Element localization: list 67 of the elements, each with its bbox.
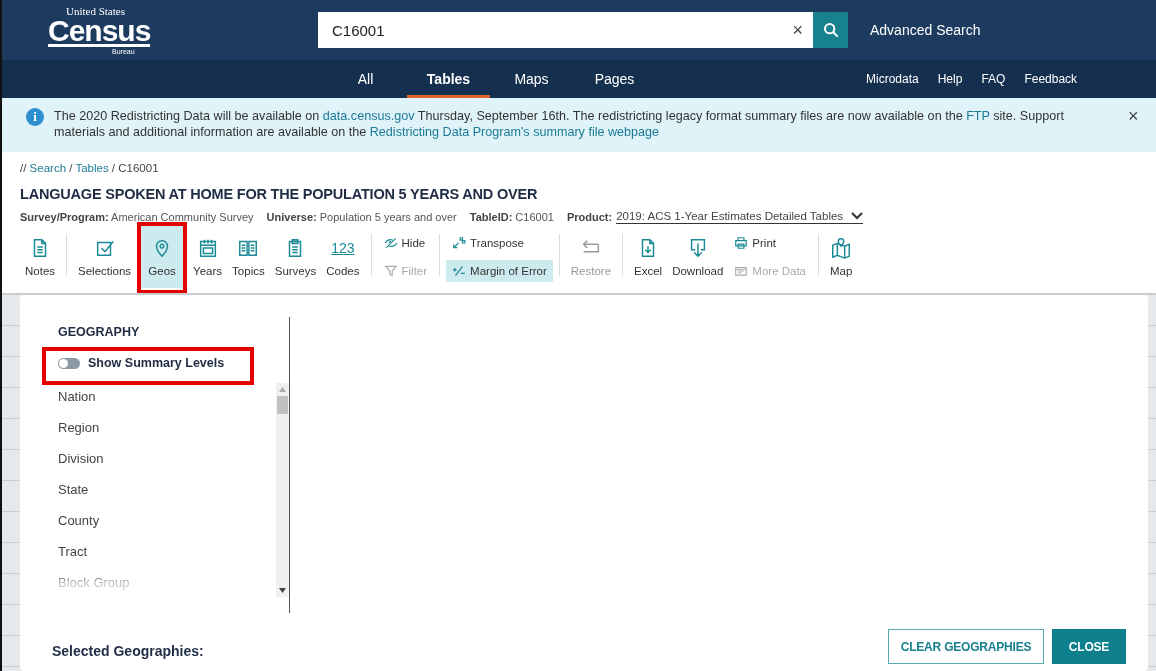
search-field[interactable]: C16001 × bbox=[318, 12, 813, 48]
scrollbar-thumb[interactable] bbox=[277, 396, 288, 414]
toolbar-button[interactable]: Transpose bbox=[446, 232, 553, 254]
link[interactable]: data.census.gov bbox=[322, 109, 415, 123]
toggle-switch[interactable] bbox=[58, 357, 80, 369]
selected-geographies-heading: Selected Geographies: bbox=[52, 642, 204, 659]
logo-text: United States bbox=[66, 5, 125, 17]
nav-link[interactable]: Microdata bbox=[866, 72, 919, 86]
link[interactable]: Redistricting Data Program's summary file webpage bbox=[369, 125, 660, 139]
section-heading: GEOGRAPHY bbox=[58, 325, 141, 339]
clear-button[interactable]: × bbox=[792, 19, 803, 41]
toolbar-button[interactable]: Notes bbox=[20, 226, 61, 288]
nav-tab[interactable]: Pages bbox=[573, 60, 656, 98]
link[interactable]: FTP bbox=[966, 109, 990, 123]
geography-level-item[interactable]: County bbox=[58, 513, 100, 528]
meta-text: TableID: C16001 bbox=[469, 211, 554, 223]
plus-minus-icon bbox=[452, 264, 467, 278]
toolbar-button[interactable]: Print bbox=[728, 232, 812, 254]
nav-tab[interactable]: Maps bbox=[490, 60, 573, 98]
banner-message: The 2020 Redistricting Data will be available on data.census.gov Thursday, September 16th. The redistricting legacy format summary files are now available on the FTP site. Support materials and additional information are available on the Redistricting Data Program's summary file webpage bbox=[54, 108, 1065, 140]
advanced-search-link[interactable]: Advanced Search bbox=[870, 22, 981, 38]
meta-text: Survey/Program: American Community Survey bbox=[20, 211, 254, 223]
link[interactable]: Search bbox=[29, 162, 67, 174]
toolbar-button[interactable]: Excel bbox=[629, 226, 668, 288]
toolbar-button[interactable]: Download bbox=[667, 226, 729, 288]
close-button[interactable]: × bbox=[1128, 108, 1139, 124]
meta-label: Product: bbox=[566, 211, 613, 223]
toolbar-button[interactable]: Surveys bbox=[269, 226, 322, 288]
nav-link[interactable]: Feedback bbox=[1024, 72, 1078, 86]
breadcrumb: // Search / Tables / C16001 bbox=[20, 162, 160, 174]
toolbar-button[interactable]: Margin of Error bbox=[446, 260, 553, 282]
table-title: LANGUAGE SPOKEN AT HOME FOR THE POPULATION 5 YEARS AND OVER bbox=[20, 186, 539, 202]
search-button[interactable] bbox=[813, 12, 848, 48]
eye-slash-icon bbox=[383, 236, 398, 250]
geography-level-item[interactable]: Region bbox=[58, 420, 100, 435]
geography-level-item[interactable]: Tract bbox=[58, 544, 88, 559]
logo-wordmark[interactable]: Census bbox=[48, 16, 151, 47]
close-button[interactable]: CLOSE bbox=[1052, 629, 1126, 664]
geography-level-item[interactable]: State bbox=[58, 482, 89, 497]
scrollbar[interactable] bbox=[276, 383, 289, 597]
toolbar-button[interactable]: Topics bbox=[227, 226, 270, 288]
toolbar-button[interactable]: Geos bbox=[141, 226, 184, 288]
search-icon bbox=[822, 22, 839, 38]
toolbar-button[interactable]: Years bbox=[188, 226, 228, 288]
toolbar-button[interactable]: 123 Codes bbox=[321, 226, 365, 288]
scroll-up-arrow-icon[interactable] bbox=[279, 387, 286, 392]
toolbar-button[interactable]: Selections bbox=[73, 226, 137, 288]
clear-button[interactable]: CLEAR GEOGRAPHIES bbox=[888, 629, 1044, 664]
printer-icon bbox=[734, 236, 749, 250]
filter-icon bbox=[383, 264, 398, 278]
product-dropdown[interactable]: 2019: ACS 1-Year Estimates Detailed Tables bbox=[616, 210, 864, 224]
info-icon: i bbox=[26, 108, 44, 126]
geography-level-item[interactable]: Nation bbox=[58, 389, 96, 404]
meta-text: Universe: Population 5 years and over bbox=[266, 211, 457, 223]
transpose-icon bbox=[452, 236, 467, 250]
scroll-down-arrow-icon[interactable] bbox=[279, 588, 286, 593]
geography-level-item[interactable]: Division bbox=[58, 451, 104, 466]
file-box-icon bbox=[734, 264, 749, 278]
chevron-down-icon bbox=[851, 212, 864, 220]
toggle-label: Show Summary Levels bbox=[88, 356, 225, 370]
toolbar-button[interactable]: Hide bbox=[377, 232, 434, 254]
map-icon bbox=[830, 237, 853, 259]
nav-link[interactable]: FAQ bbox=[981, 72, 1006, 86]
nav-link[interactable]: Help bbox=[937, 72, 963, 86]
nav-tab[interactable]: All bbox=[324, 60, 407, 98]
toolbar-button[interactable]: Map bbox=[825, 226, 858, 288]
link[interactable]: Tables bbox=[75, 162, 109, 174]
